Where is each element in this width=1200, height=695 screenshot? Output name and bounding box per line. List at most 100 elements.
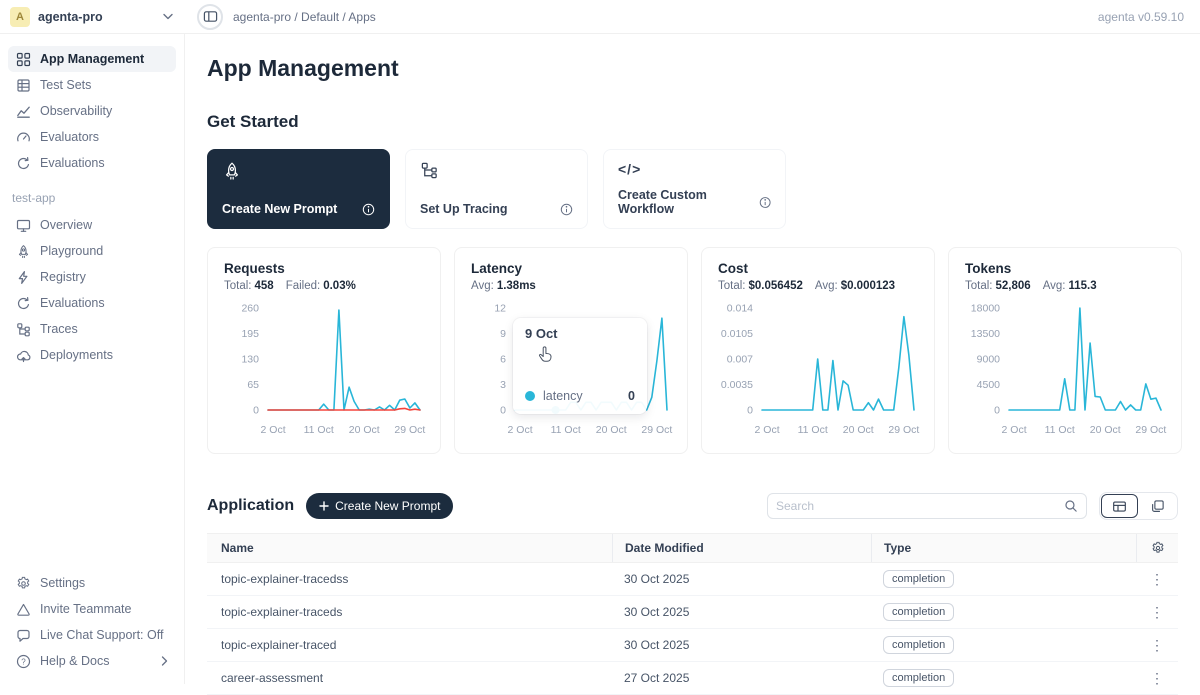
svg-text:2 Oct: 2 Oct	[261, 424, 286, 436]
row-more-button[interactable]: ⋮	[1142, 601, 1172, 623]
table-view-icon	[1112, 499, 1127, 514]
tooltip-date: 9 Oct	[525, 326, 635, 341]
sidebar-item-live-chat[interactable]: Live Chat Support: Off	[8, 622, 176, 648]
create-custom-workflow-card[interactable]: </> Create Custom Workflow	[603, 149, 786, 229]
sidebar-item-help-docs[interactable]: ? Help & Docs	[8, 648, 176, 674]
svg-text:20 Oct: 20 Oct	[349, 424, 380, 436]
gear-icon	[16, 576, 31, 591]
metrics-cards: Requests Total:458 Failed:0.03% 06513019…	[207, 247, 1178, 454]
cost-chart[interactable]: 00.00350.0070.01050.0142 Oct11 Oct20 Oct…	[718, 298, 918, 446]
question-circle-icon: ?	[16, 654, 31, 669]
info-icon[interactable]	[362, 203, 375, 216]
panel-collapse-icon	[203, 9, 218, 24]
triangle-icon	[16, 602, 31, 617]
chevron-down-icon	[163, 13, 173, 20]
sidebar-item-evaluators[interactable]: Evaluators	[8, 124, 176, 150]
grid-icon	[16, 52, 31, 67]
svg-text:11 Oct: 11 Oct	[798, 424, 828, 436]
column-settings-button[interactable]	[1136, 534, 1178, 562]
sidebar-item-deployments[interactable]: Deployments	[8, 342, 176, 368]
sidebar-item-overview[interactable]: Overview	[8, 212, 176, 238]
sidebar-section-label: test-app	[12, 191, 176, 205]
svg-text:65: 65	[247, 379, 259, 391]
tokens-card: Tokens Total:52,806 Avg:115.3 0450090001…	[948, 247, 1182, 454]
sidebar-item-evaluations[interactable]: Evaluations	[8, 150, 176, 176]
card-view-icon	[1150, 499, 1165, 514]
svg-text:130: 130	[241, 354, 259, 366]
sidebar-item-test-sets[interactable]: Test Sets	[8, 72, 176, 98]
sidebar-item-invite-teammate[interactable]: Invite Teammate	[8, 596, 176, 622]
refresh-icon	[16, 156, 31, 171]
sidebar-item-app-evaluations[interactable]: Evaluations	[8, 290, 176, 316]
trace-tree-icon	[420, 161, 439, 180]
get-started-heading: Get Started	[207, 112, 1178, 132]
row-more-button[interactable]: ⋮	[1142, 634, 1172, 656]
table-icon	[16, 78, 31, 93]
type-badge: completion	[883, 636, 954, 654]
application-header: Application Create New Prompt	[207, 492, 1178, 520]
type-badge: completion	[883, 570, 954, 588]
applications-table: Name Date Modified Type topic-explainer-…	[207, 533, 1178, 695]
svg-text:0.0105: 0.0105	[721, 328, 753, 340]
table-row[interactable]: career-assessment 27 Oct 2025 completion…	[207, 662, 1178, 695]
create-new-prompt-button[interactable]: Create New Prompt	[306, 493, 453, 519]
column-header-name[interactable]: Name	[207, 534, 612, 562]
info-icon[interactable]	[759, 196, 771, 209]
sidebar-toggle-button[interactable]	[197, 4, 223, 30]
search-input[interactable]	[776, 499, 1064, 513]
svg-text:0: 0	[994, 405, 1000, 417]
workspace-selector[interactable]: A agenta-pro	[0, 7, 185, 27]
row-more-button[interactable]: ⋮	[1142, 667, 1172, 689]
svg-text:29 Oct: 29 Oct	[394, 424, 425, 436]
monitor-icon	[16, 218, 31, 233]
column-header-type[interactable]: Type	[871, 534, 1136, 562]
svg-text:9000: 9000	[977, 354, 1001, 366]
row-more-button[interactable]: ⋮	[1142, 568, 1172, 590]
refresh-icon	[16, 296, 31, 311]
svg-text:0: 0	[500, 405, 506, 417]
chevron-right-icon	[161, 656, 168, 666]
breadcrumb[interactable]: agenta-pro / Default / Apps	[233, 10, 376, 24]
svg-text:0: 0	[253, 405, 259, 417]
app-version: agenta v0.59.10	[1098, 10, 1200, 24]
requests-chart[interactable]: 0651301952602 Oct11 Oct20 Oct29 Oct	[224, 298, 424, 446]
app-name: career-assessment	[207, 662, 612, 694]
svg-text:29 Oct: 29 Oct	[888, 424, 919, 436]
table-view-button[interactable]	[1101, 494, 1138, 518]
application-heading: Application	[207, 497, 294, 515]
sidebar-bottom: Settings Invite Teammate Live Chat Suppo…	[8, 570, 176, 674]
app-date-modified: 30 Oct 2025	[612, 563, 871, 595]
svg-text:11 Oct: 11 Oct	[1045, 424, 1075, 436]
table-row[interactable]: topic-explainer-traceds 30 Oct 2025 comp…	[207, 596, 1178, 629]
sidebar-item-registry[interactable]: Registry	[8, 264, 176, 290]
type-badge: completion	[883, 603, 954, 621]
table-row[interactable]: topic-explainer-traced 30 Oct 2025 compl…	[207, 629, 1178, 662]
create-new-prompt-card[interactable]: Create New Prompt	[207, 149, 390, 229]
svg-text:29 Oct: 29 Oct	[641, 424, 672, 436]
sidebar: App Management Test Sets Observability E…	[0, 34, 185, 684]
table-row[interactable]: topic-explainer-tracedss 30 Oct 2025 com…	[207, 563, 1178, 596]
card-view-button[interactable]	[1139, 494, 1176, 518]
svg-text:0.014: 0.014	[727, 303, 753, 315]
sidebar-item-playground[interactable]: Playground	[8, 238, 176, 264]
app-name: topic-explainer-traceds	[207, 596, 612, 628]
column-header-date-modified[interactable]: Date Modified	[612, 534, 871, 562]
rocket-icon	[16, 244, 31, 259]
lightning-icon	[16, 270, 31, 285]
sidebar-item-observability[interactable]: Observability	[8, 98, 176, 124]
sidebar-item-traces[interactable]: Traces	[8, 316, 176, 342]
page-title: App Management	[207, 55, 1178, 82]
info-icon[interactable]	[560, 203, 573, 216]
sidebar-item-app-management[interactable]: App Management	[8, 46, 176, 72]
chart-tooltip: 9 Oct latency 0	[513, 318, 647, 414]
trace-tree-icon	[16, 322, 31, 337]
svg-text:12: 12	[494, 303, 506, 315]
hand-cursor-icon	[537, 346, 554, 363]
set-up-tracing-card[interactable]: Set Up Tracing	[405, 149, 588, 229]
tokens-chart[interactable]: 04500900013500180002 Oct11 Oct20 Oct29 O…	[965, 298, 1165, 446]
main-content: App Management Get Started Create New Pr…	[185, 34, 1200, 695]
svg-text:?: ?	[21, 657, 26, 666]
plus-icon	[319, 501, 329, 511]
requests-card: Requests Total:458 Failed:0.03% 06513019…	[207, 247, 441, 454]
sidebar-item-settings[interactable]: Settings	[8, 570, 176, 596]
